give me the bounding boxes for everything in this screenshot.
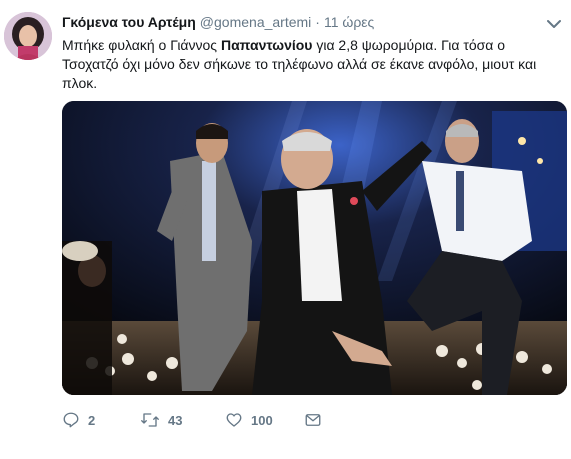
media-photo: [62, 101, 567, 395]
retweet-button[interactable]: 43: [140, 411, 182, 429]
separator: ·: [315, 14, 320, 30]
envelope-icon: [305, 414, 321, 426]
avatar-image: [4, 12, 52, 60]
reply-count: 2: [88, 412, 96, 428]
reply-button[interactable]: 2: [62, 411, 95, 429]
avatar[interactable]: [4, 12, 52, 60]
chevron-down-icon[interactable]: [547, 16, 561, 28]
tweet-header: Γκόμενα του Αρτέμη @gomena_artemi · 11 ώ…: [62, 12, 561, 32]
heart-icon: [226, 413, 242, 427]
tweet-text-bold: Παπαντωνίου: [220, 37, 313, 53]
like-button[interactable]: 100: [225, 411, 273, 429]
tweet-media[interactable]: [62, 101, 567, 395]
like-count: 100: [251, 412, 273, 428]
tweet-text-part1: Μπήκε φυλακή ο Γιάννος: [62, 37, 221, 53]
author-handle[interactable]: @gomena_artemi: [200, 14, 312, 30]
tweet-time[interactable]: 11 ώρες: [324, 14, 374, 30]
retweet-count: 43: [168, 412, 183, 428]
author-name[interactable]: Γκόμενα του Αρτέμη: [62, 14, 196, 30]
tweet-text: Μπήκε φυλακή ο Γιάννος Παπαντωνίου για 2…: [62, 36, 562, 93]
retweet-icon: [141, 413, 159, 427]
direct-message-button[interactable]: [304, 411, 322, 429]
reply-icon: [63, 412, 79, 428]
tweet: Γκόμενα του Αρτέμη @gomena_artemi · 11 ώ…: [0, 0, 571, 459]
